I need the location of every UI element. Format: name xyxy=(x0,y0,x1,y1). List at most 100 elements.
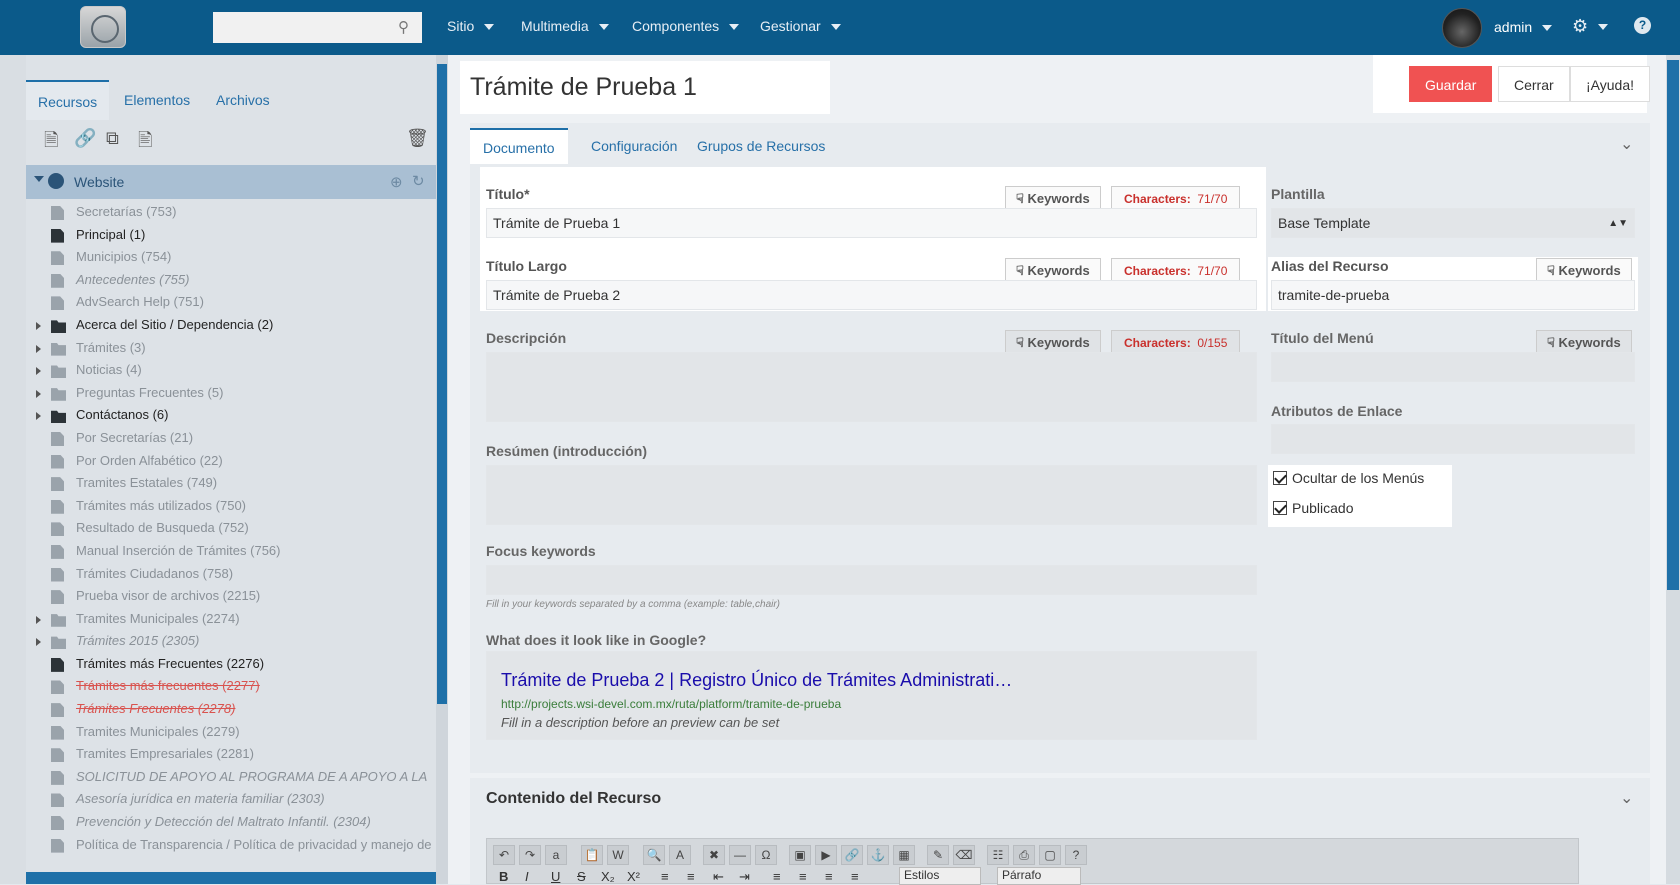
titulo-input[interactable]: Trámite de Prueba 1 xyxy=(486,208,1257,238)
tree-item[interactable]: AdvSearch Help (751) xyxy=(26,291,436,314)
tree-item[interactable]: Contáctanos (6) xyxy=(26,404,436,427)
eraser-icon[interactable]: ⌫ xyxy=(953,845,975,865)
main-scroll-thumb[interactable] xyxy=(1667,60,1679,590)
tree-item[interactable]: Manual Inserción de Trámites (756) xyxy=(26,540,436,563)
remove-format-icon[interactable]: ✖ xyxy=(703,845,725,865)
outdent-icon[interactable]: ⇤ xyxy=(713,869,724,885)
close-button[interactable]: Cerrar xyxy=(1498,66,1570,102)
tab-configuracion[interactable]: Configuración xyxy=(578,128,690,164)
alias-keywords-button[interactable]: ☟ Keywords xyxy=(1536,258,1632,282)
add-icon[interactable]: ⊕ xyxy=(390,173,403,191)
tree-item[interactable]: Preguntas Frecuentes (5) xyxy=(26,382,436,405)
preview-icon[interactable]: ▢ xyxy=(1039,845,1061,865)
redo-icon[interactable]: ↷ xyxy=(519,845,541,865)
resumen-textarea[interactable] xyxy=(486,465,1257,525)
table-icon[interactable]: ▦ xyxy=(893,845,915,865)
tree-item[interactable]: Secretarías (753) xyxy=(26,201,436,224)
highlight-icon[interactable]: ✎ xyxy=(927,845,949,865)
help-icon[interactable]: ? xyxy=(1634,17,1651,34)
titulo-largo-keywords-button[interactable]: ☟ Keywords xyxy=(1005,258,1101,282)
tab-documento[interactable]: Documento xyxy=(470,128,568,164)
undo-icon[interactable]: ↶ xyxy=(493,845,515,865)
underline-icon[interactable]: U xyxy=(551,869,560,884)
align-center-icon[interactable]: ≡ xyxy=(799,869,807,884)
align-right-icon[interactable]: ≡ xyxy=(825,869,833,884)
media-icon[interactable]: ▶ xyxy=(815,845,837,865)
user-menu[interactable]: admin xyxy=(1494,19,1552,35)
tree-item[interactable]: Tramites Empresariales (2281) xyxy=(26,743,436,766)
align-left-icon[interactable]: ≡ xyxy=(773,869,781,884)
link-icon[interactable]: 🔗 xyxy=(841,845,863,865)
save-button[interactable]: Guardar xyxy=(1409,66,1493,102)
descripcion-textarea[interactable] xyxy=(486,352,1257,422)
spellcheck-icon[interactable]: A xyxy=(669,845,691,865)
tree-item[interactable]: Tramites Estatales (749) xyxy=(26,472,436,495)
superscript-icon[interactable]: X² xyxy=(627,869,640,884)
titulo-keywords-button[interactable]: ☟ Keywords xyxy=(1005,186,1101,210)
expand-arrow-icon[interactable] xyxy=(36,389,41,398)
tree-item[interactable]: Prueba visor de archivos (2215) xyxy=(26,585,436,608)
chevron-down-icon[interactable]: ⌄ xyxy=(1620,134,1633,154)
refresh-icon[interactable]: ↻ xyxy=(412,172,425,190)
static-resource-icon[interactable]: 🖹 xyxy=(138,128,152,158)
numbered-list-icon[interactable]: ≡ xyxy=(687,869,695,884)
horizontal-rule-icon[interactable]: — xyxy=(729,845,751,865)
tree-item[interactable]: Tramites Municipales (2274) xyxy=(26,608,436,631)
tree-item[interactable]: Resultado de Busqueda (752) xyxy=(26,517,436,540)
sidebar-scroll-thumb[interactable] xyxy=(437,64,447,704)
align-justify-icon[interactable]: ≡ xyxy=(851,869,859,884)
image-icon[interactable]: ▣ xyxy=(789,845,811,865)
tree-item[interactable]: Tramites Municipales (2279) xyxy=(26,721,436,744)
new-document-icon[interactable]: 🗎 xyxy=(44,128,58,158)
tree-item[interactable]: Trámites (3) xyxy=(26,337,436,360)
tree-item[interactable]: Prevención y Detección del Maltrato Infa… xyxy=(26,811,436,834)
alias-input[interactable]: tramite-de-prueba xyxy=(1271,280,1635,310)
tab-archivos[interactable]: Archivos xyxy=(204,80,282,120)
expand-arrow-icon[interactable] xyxy=(36,412,41,421)
tree-item[interactable]: Municipios (754) xyxy=(26,246,436,269)
tree-root-website[interactable]: Website ⊕ ↻ xyxy=(26,165,436,199)
special-char-icon[interactable]: Ω xyxy=(755,845,777,865)
focus-keywords-input[interactable] xyxy=(486,565,1257,595)
tree-item[interactable]: Por Secretarías (21) xyxy=(26,427,436,450)
gear-icon[interactable]: ⚙ xyxy=(1572,16,1608,37)
bold-icon[interactable]: B xyxy=(499,869,508,884)
expand-arrow-icon[interactable] xyxy=(36,615,41,624)
tree-item[interactable]: Trámites más frecuentes (2277) xyxy=(26,675,436,698)
tree-item[interactable]: Trámites 2015 (2305) xyxy=(26,630,436,653)
indent-icon[interactable]: ⇥ xyxy=(739,869,750,885)
strikethrough-icon[interactable]: S xyxy=(577,869,586,884)
nav-gestionar[interactable]: Gestionar xyxy=(760,18,841,34)
tree-item[interactable]: Asesoría jurídica en materia familiar (2… xyxy=(26,788,436,811)
format-select[interactable]: Párrafo xyxy=(997,867,1081,885)
tab-recursos[interactable]: Recursos xyxy=(26,80,110,120)
tree-item[interactable]: Trámites más Frecuentes (2276) xyxy=(26,653,436,676)
symlink-icon[interactable]: ⧉ xyxy=(106,128,119,149)
search-input[interactable] xyxy=(213,12,422,43)
nav-sitio[interactable]: Sitio xyxy=(447,18,494,34)
paste-icon[interactable]: 📋 xyxy=(581,845,603,865)
styles-select[interactable]: Estilos xyxy=(899,867,981,885)
source-icon[interactable]: ☷ xyxy=(987,845,1009,865)
tree-item[interactable]: Trámites Frecuentes (2278) xyxy=(26,698,436,721)
help-icon[interactable]: ? xyxy=(1065,845,1087,865)
weblink-icon[interactable]: 🔗 xyxy=(74,128,96,149)
expand-arrow-icon[interactable] xyxy=(36,344,41,353)
tree-item[interactable]: Trámites más utilizados (750) xyxy=(26,495,436,518)
link-attributes-input[interactable] xyxy=(1271,424,1635,454)
tree-item[interactable]: Acerca del Sitio / Dependencia (2) xyxy=(26,314,436,337)
expand-arrow-icon[interactable] xyxy=(36,638,41,647)
expand-arrow-icon[interactable] xyxy=(36,367,41,376)
bullet-list-icon[interactable]: ≡ xyxy=(661,869,669,884)
select-all-icon[interactable]: a xyxy=(545,845,567,865)
print-icon[interactable]: ⎙ xyxy=(1013,845,1035,865)
avatar[interactable] xyxy=(1442,8,1482,48)
tree-item[interactable]: Política de Transparencia / Política de … xyxy=(26,834,436,857)
tree-item[interactable]: Trámites Ciudadanos (758) xyxy=(26,563,436,586)
tree-item[interactable]: Antecedentes (755) xyxy=(26,269,436,292)
nav-multimedia[interactable]: Multimedia xyxy=(521,18,609,34)
nav-componentes[interactable]: Componentes xyxy=(632,18,739,34)
help-button[interactable]: ¡Ayuda! xyxy=(1570,66,1650,102)
tree-item[interactable]: Por Orden Alfabético (22) xyxy=(26,450,436,473)
tree-item[interactable]: SOLICITUD DE APOYO AL PROGRAMA DE A APOY… xyxy=(26,766,436,789)
